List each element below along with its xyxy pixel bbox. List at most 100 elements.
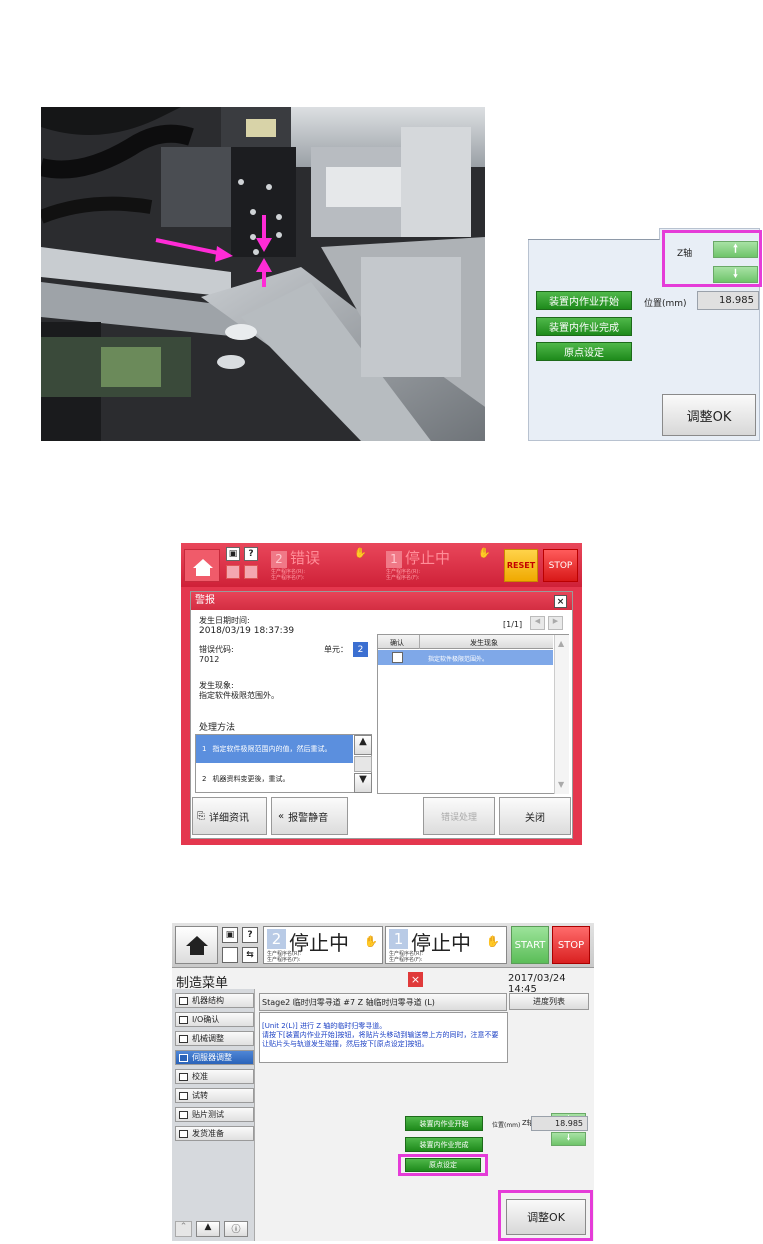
position-value: 18.985 bbox=[531, 1116, 588, 1131]
progress-list-button[interactable]: 进度列表 bbox=[509, 993, 589, 1010]
machine-head-photo bbox=[41, 107, 485, 441]
adjust-ok-button[interactable]: 调整OK bbox=[662, 394, 756, 436]
info-button[interactable]: ⓘ bbox=[224, 1221, 248, 1237]
scroll-down-button[interactable]: ▼ bbox=[354, 773, 372, 793]
stage2-status[interactable]: 2 错误 ✋ 生产程序名(R): 生产程序名(F): bbox=[271, 547, 386, 583]
mode-icon[interactable] bbox=[222, 947, 238, 963]
calibrate-icon bbox=[179, 1072, 188, 1081]
handle-num-2: 2 bbox=[202, 774, 207, 783]
help-button[interactable]: ? bbox=[244, 547, 258, 561]
arrow-up-icon: ▲ bbox=[359, 736, 367, 747]
scroll-top-button[interactable]: ⌃ bbox=[175, 1221, 192, 1237]
stage1-program-f: 生产程序名(F): bbox=[389, 957, 423, 963]
home-button[interactable] bbox=[175, 926, 218, 964]
stop-button[interactable]: STOP bbox=[552, 926, 590, 964]
sidebar-item-structure[interactable]: 机器结构 bbox=[175, 993, 254, 1008]
home-button[interactable] bbox=[184, 549, 220, 582]
stage1-program-f: 生产程序名(F): bbox=[386, 575, 420, 581]
z-down-button[interactable]: 🠗 bbox=[551, 1132, 586, 1146]
top-bar: ▣ ? 2 错误 ✋ 生产程序名(R): 生产程序名(F): 1 停止中 ✋ 生产程序… bbox=[181, 543, 582, 587]
sidebar-item-label: I/O确认 bbox=[192, 1015, 220, 1024]
start-work-button[interactable]: 装置内作业开始 bbox=[405, 1116, 483, 1131]
transfer-icon[interactable] bbox=[244, 565, 258, 579]
stage2-status-text: 错误 bbox=[290, 549, 321, 567]
detail-button[interactable]: ⎘ 详细资讯 bbox=[192, 797, 267, 835]
stage2-status[interactable]: 2 停止中 ✋ 生产程序名(R): 生产程序名(F): bbox=[263, 926, 383, 964]
stop-button[interactable]: STOP bbox=[543, 549, 578, 582]
table-row[interactable]: 指定软件极限范围外。 bbox=[378, 650, 553, 665]
sidebar-item-servo-adjust[interactable]: 伺服器调整 bbox=[175, 1050, 254, 1065]
menu-close-icon[interactable]: × bbox=[408, 972, 423, 987]
top-bar: ▣ ? ⇆ 2 停止中 ✋ 生产程序名(R): 生产程序名(F): 1 停止中 ✋… bbox=[172, 923, 594, 968]
z-up-button[interactable]: 🠕 bbox=[713, 241, 758, 258]
io-icon bbox=[179, 1015, 188, 1024]
phenomenon-table: 确认 发生现象 指定软件极限范围外。 ▲ ▼ bbox=[377, 634, 569, 794]
error-handle-button[interactable]: 错误处理 bbox=[423, 797, 495, 835]
list-item[interactable]: 2 机器资料变更後，重试。 bbox=[196, 764, 353, 793]
procedure-header: Stage2 临时归零寻道 #7 Z 轴临时归零寻道 (L) bbox=[259, 993, 507, 1011]
table-header: 确认 发生现象 bbox=[378, 635, 553, 649]
next-page-button[interactable]: ▶ bbox=[548, 616, 563, 630]
table-scrollbar[interactable]: ▲ ▼ bbox=[554, 635, 569, 794]
detail-label: 详细资讯 bbox=[209, 812, 249, 824]
error-code-value: 7012 bbox=[199, 655, 220, 664]
sidebar-item-machine-adjust[interactable]: 机械调整 bbox=[175, 1031, 254, 1046]
mount-test-icon bbox=[179, 1110, 188, 1119]
alarm-screen: ▣ ? 2 错误 ✋ 生产程序名(R): 生产程序名(F): 1 停止中 ✋ 生产程序… bbox=[181, 543, 582, 845]
dialog-close-icon[interactable]: × bbox=[554, 595, 567, 608]
start-button[interactable]: START bbox=[511, 926, 549, 964]
stage2-program-f: 生产程序名(F): bbox=[271, 575, 305, 581]
sidebar-item-shipping[interactable]: 发货准备 bbox=[175, 1126, 254, 1141]
z-axis-label: Z轴 bbox=[677, 249, 693, 259]
book-icon[interactable]: ▣ bbox=[226, 547, 240, 561]
sidebar-item-calibrate[interactable]: 校准 bbox=[175, 1069, 254, 1084]
sidebar-item-mount-test[interactable]: 贴片测试 bbox=[175, 1107, 254, 1122]
handle-text-2: 机器资料变更後，重试。 bbox=[212, 774, 290, 783]
sidebar-item-label: 试转 bbox=[192, 1091, 208, 1100]
sidebar-item-trial[interactable]: 试转 bbox=[175, 1088, 254, 1103]
mute-icon: « bbox=[278, 810, 285, 822]
adjust-ok-button[interactable]: 调整OK bbox=[506, 1199, 586, 1235]
help-button[interactable]: ? bbox=[242, 927, 258, 943]
instruction-message: [Unit 2(L)] 进行 Z 轴的临时归零寻道。 请按下[装置内作业开始]按… bbox=[259, 1012, 508, 1063]
close-button[interactable]: 关闭 bbox=[499, 797, 571, 835]
dialog-title: 警报 bbox=[191, 592, 572, 610]
position-label: 位置(mm) bbox=[492, 1122, 521, 1129]
warning-button[interactable]: ▲ bbox=[196, 1221, 220, 1237]
sidebar-item-io[interactable]: I/O确认 bbox=[175, 1012, 254, 1027]
complete-work-button[interactable]: 装置内作业完成 bbox=[405, 1137, 483, 1152]
scrollbar-thumb[interactable] bbox=[354, 756, 372, 772]
mute-label: 报警静音 bbox=[288, 812, 329, 824]
transfer-icon[interactable]: ⇆ bbox=[242, 947, 258, 963]
list-item[interactable]: 1 指定软件极限范围内的值，然后重试。 bbox=[196, 735, 353, 763]
scroll-up-button[interactable]: ▲ bbox=[354, 735, 372, 755]
z-down-button[interactable]: 🠗 bbox=[713, 266, 758, 283]
reset-button[interactable]: RESET bbox=[504, 549, 538, 582]
hand-icon: ✋ bbox=[354, 548, 367, 559]
complete-work-button[interactable]: 装置内作业完成 bbox=[536, 317, 632, 336]
col-confirm: 确认 bbox=[390, 639, 404, 647]
stage1-number: 1 bbox=[386, 550, 402, 568]
mute-button[interactable]: «报警静音 bbox=[271, 797, 348, 835]
sidebar-item-label: 机械调整 bbox=[192, 1034, 224, 1043]
arrow-up-icon: ▲ bbox=[558, 639, 565, 648]
hand-icon: ✋ bbox=[486, 935, 500, 948]
origin-set-button[interactable]: 原点设定 bbox=[405, 1158, 481, 1172]
origin-set-button[interactable]: 原点设定 bbox=[536, 342, 632, 361]
mode-icon[interactable] bbox=[226, 565, 240, 579]
hand-icon: ✋ bbox=[364, 935, 378, 948]
trial-icon bbox=[179, 1091, 188, 1100]
stage1-status[interactable]: 1 停止中 ✋ 生产程序名(R): 生产程序名(F): bbox=[385, 926, 507, 964]
stage2-number: 2 bbox=[271, 550, 287, 568]
book-icon[interactable]: ▣ bbox=[222, 927, 238, 943]
double-chevron-up-icon: ⌃ bbox=[179, 1222, 188, 1232]
prev-page-button[interactable]: ◀ bbox=[530, 616, 545, 630]
start-work-button[interactable]: 装置内作业开始 bbox=[536, 291, 632, 310]
handle-num-1: 1 bbox=[202, 745, 207, 753]
sidebar-item-label: 贴片测试 bbox=[192, 1110, 224, 1119]
position-label: 位置(mm) bbox=[644, 299, 687, 309]
handle-text-1: 指定软件极限范围内的值，然后重试。 bbox=[212, 745, 332, 753]
confirm-checkbox[interactable] bbox=[392, 652, 403, 663]
hand-icon: ✋ bbox=[478, 548, 491, 559]
stage1-status[interactable]: 1 停止中 ✋ 生产程序名(R): 生产程序名(F): bbox=[386, 547, 501, 583]
